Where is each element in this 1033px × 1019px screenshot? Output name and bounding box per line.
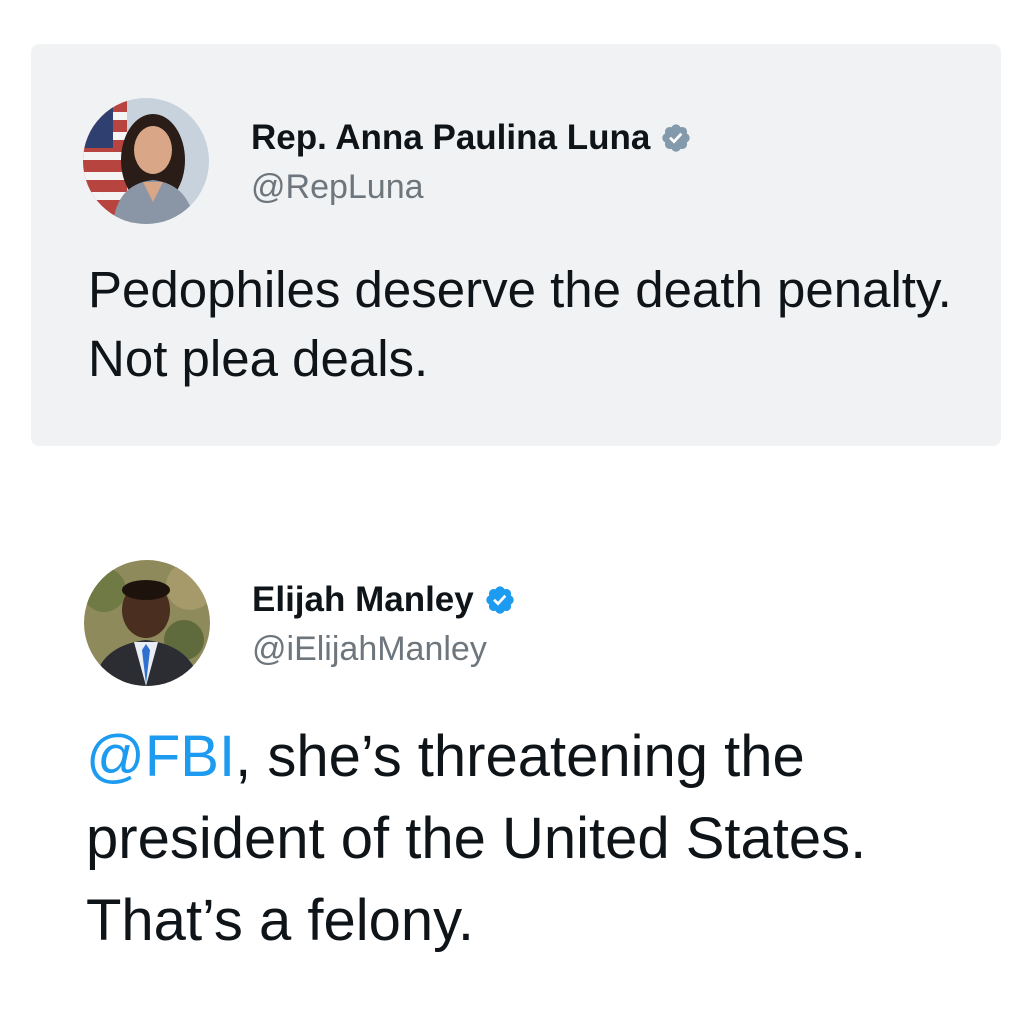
fbi-mention-link[interactable]: @FBI [86, 724, 235, 789]
author-handle[interactable]: @iElijahManley [252, 630, 487, 669]
elijah-manley-avatar[interactable] [84, 560, 210, 686]
reply-tweet[interactable]: Elijah Manley @iElijahManley @FBI, she’s… [0, 0, 1033, 1019]
profile-photo-icon [84, 560, 210, 686]
tweet-text: @FBI, she’s threatening the president of… [86, 716, 986, 962]
author-name[interactable]: Elijah Manley [252, 580, 474, 620]
verified-badge-icon [484, 584, 516, 616]
